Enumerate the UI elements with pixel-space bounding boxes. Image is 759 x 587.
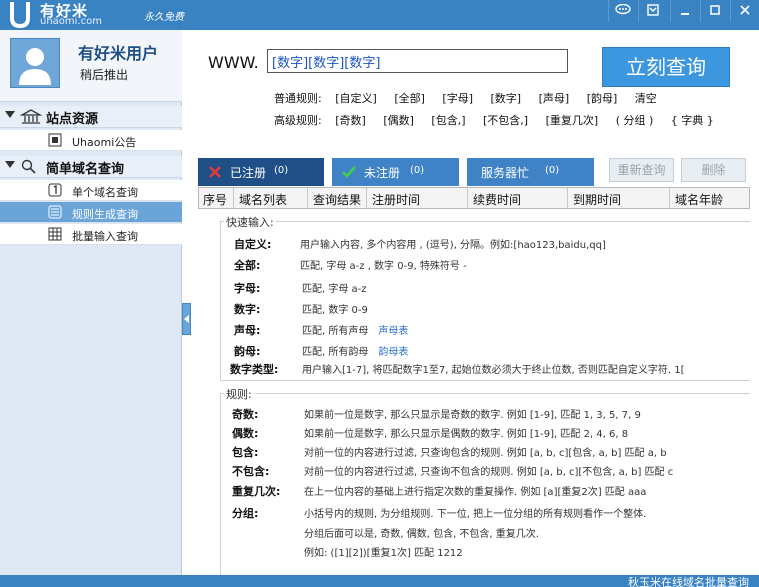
tab-server-busy[interactable]: 服务器忙 (0) [467,158,594,186]
user-icon [19,48,51,85]
check-icon [342,166,356,178]
rule-all[interactable]: [全部] [394,92,425,105]
column-header[interactable]: 到期时间 [573,191,621,208]
help-panel: 快速输入: 自定义: 用户输入内容, 多个内容用 , (逗号), 分隔。例如:[h… [198,209,750,575]
requery-button[interactable]: 重新查询 [609,158,674,182]
sidebar-item-batch-query[interactable]: 批量输入查询 [0,224,182,245]
menu-button[interactable] [638,0,667,22]
cross-icon [209,166,221,178]
tab-count: (0) [410,165,425,176]
quick-input-title: 快速输入: [224,214,276,230]
sidebar-item-label: 单个域名查询 [72,186,138,199]
rule-dict[interactable]: { 字典 } [671,114,714,127]
logo-icon [10,2,30,28]
column-header[interactable]: 查询结果 [313,191,361,208]
download-icon [647,4,659,16]
sidebar-collapse-handle[interactable] [182,303,191,335]
close-icon [740,5,750,15]
rule-number[interactable]: [数字] [491,92,522,105]
rule-custom[interactable]: [自定义] [335,92,377,105]
rule-group[interactable]: ( 分组 ) [616,114,654,127]
rule-clear[interactable]: 清空 [635,92,657,105]
user-status: 稍后推出 [80,68,129,82]
basic-rules-label: 普通规则: [274,92,322,105]
column-header[interactable]: 域名列表 [239,191,287,208]
sidebar-item-single-query[interactable]: 单个域名查询 [0,180,182,201]
maximize-icon [710,5,720,15]
tab-count: (0) [545,165,560,176]
rule-final[interactable]: [韵母] [587,92,618,105]
basic-rules: 普通规则: [自定义] [全部] [字母] [数字] [声母] [韵母] 清空 [274,90,671,106]
rule-include[interactable]: [包含,] [431,114,465,127]
list-icon [48,205,62,219]
logo-domain: uhaomi.com [40,16,102,27]
expand-arrow-icon [5,111,15,118]
rules-title: 规则: [224,386,254,402]
sidebar-item-label: 批量输入查询 [72,230,138,243]
tab-registered[interactable]: 已注册 (0) [198,158,324,186]
rule-initial[interactable]: [声母] [539,92,570,105]
avatar[interactable] [10,38,60,88]
group-label: 站点资源 [46,112,99,127]
sidebar-item-label: 规则生成查询 [72,208,138,221]
column-header[interactable]: 序号 [203,191,227,208]
column-header[interactable]: 续费时间 [473,191,521,208]
sidebar-item-announcement[interactable]: Uhaomi公告 [0,130,182,151]
minimize-button[interactable] [670,0,699,22]
search-icon [21,159,36,174]
finals-table-link[interactable]: 韵母表 [378,347,408,358]
bank-icon [20,109,42,124]
tab-label: 未注册 [364,166,401,180]
grid-icon [48,227,62,241]
status-bar: 秋玉米在线域名批量查询 [0,575,759,587]
sidebar: 有好米用户 稍后推出 站点资源 Uhaomi公告 简单域名查询 单个域名查询 规… [0,30,182,575]
status-text: 秋玉米在线域名批量查询 [628,576,749,587]
table-header: 序号 域名列表 查询结果 注册时间 续费时间 到期时间 域名年龄 [198,187,750,209]
rule-odd[interactable]: [奇数] [335,114,366,127]
title-bar: 有好米 uhaomi.com 永久免费 [0,0,759,30]
column-header[interactable]: 域名年龄 [675,191,723,208]
tab-count: (0) [274,165,289,176]
www-prefix: WWW. [208,53,259,72]
group-site-resources[interactable]: 站点资源 [0,106,182,128]
chat-icon [615,3,631,15]
search-input[interactable] [267,49,568,73]
free-tag: 永久免费 [144,12,184,23]
group-simple-query[interactable]: 简单域名查询 [0,156,182,178]
sidebar-item-label: Uhaomi公告 [72,136,137,149]
tab-label: 已注册 [230,166,267,180]
initials-table-link[interactable]: 声母表 [378,326,408,337]
tab-label: 服务器忙 [481,166,530,180]
sidebar-item-rule-query[interactable]: 规则生成查询 [0,202,182,223]
tab-unregistered[interactable]: 未注册 (0) [332,158,459,186]
group-label: 简单域名查询 [46,162,125,177]
rule-repeat[interactable]: [重复几次] [546,114,599,127]
delete-button[interactable]: 删除 [681,158,746,182]
query-button[interactable]: 立刻查询 [602,47,730,87]
chat-button[interactable] [608,0,637,22]
user-name: 有好米用户 [78,44,159,63]
maximize-button[interactable] [700,0,729,22]
user-panel: 有好米用户 稍后推出 [0,30,182,102]
close-button[interactable] [730,0,759,22]
advanced-rules-label: 高级规则: [274,114,322,127]
advanced-rules: 高级规则: [奇数] [偶数] [包含,] [不包含,] [重复几次] ( 分组… [274,112,728,128]
notice-icon [48,133,62,147]
column-header[interactable]: 注册时间 [372,191,420,208]
expand-arrow-icon [5,161,15,168]
rule-even[interactable]: [偶数] [383,114,414,127]
rule-letter[interactable]: [字母] [442,92,473,105]
number-one-icon [48,183,62,197]
minimize-icon [681,13,689,15]
rule-exclude[interactable]: [不包含,] [483,114,528,127]
